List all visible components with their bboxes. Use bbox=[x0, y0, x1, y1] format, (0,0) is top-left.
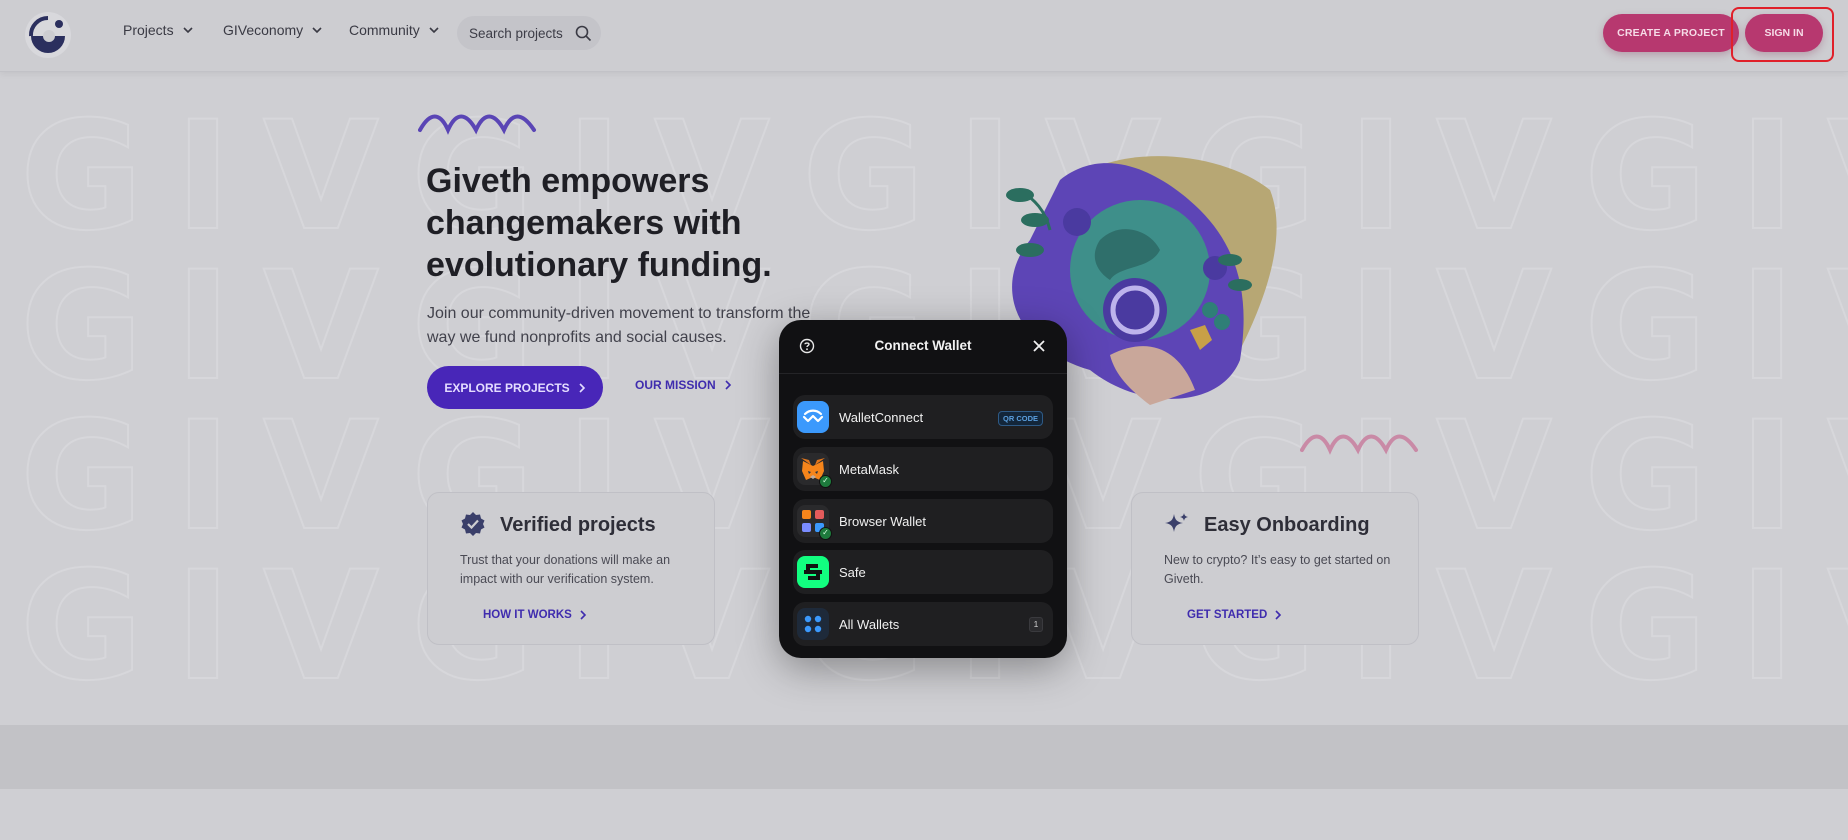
chevron-down-icon bbox=[312, 27, 322, 34]
nav-projects[interactable]: Projects bbox=[123, 22, 194, 38]
wallet-label: MetaMask bbox=[839, 461, 899, 477]
search-input[interactable] bbox=[469, 25, 567, 41]
modal-title: Connect Wallet bbox=[874, 338, 972, 353]
wallet-label: All Wallets bbox=[839, 616, 900, 632]
nav-community-label: Community bbox=[349, 22, 420, 38]
browser-wallet-icon: ✓ bbox=[797, 505, 832, 540]
create-project-button[interactable]: CREATE A PROJECT bbox=[1603, 14, 1739, 52]
wallet-label: WalletConnect bbox=[839, 409, 924, 425]
get-started-label: GET STARTED bbox=[1187, 609, 1268, 621]
card-text: New to crypto? It’s easy to get started … bbox=[1164, 553, 1391, 586]
connect-wallet-modal: Connect Wallet WalletConnect QR CODE ✓ M… bbox=[779, 320, 1067, 658]
walletconnect-icon bbox=[797, 401, 829, 433]
top-navbar: Projects GIVeconomy Community CREATE A P… bbox=[0, 0, 1848, 72]
chevron-right-icon bbox=[580, 610, 586, 620]
search-box[interactable] bbox=[457, 16, 601, 50]
verified-badge-icon bbox=[461, 512, 485, 536]
card-title: Verified projects bbox=[500, 514, 656, 536]
card-title: Easy Onboarding bbox=[1204, 514, 1370, 536]
close-icon[interactable] bbox=[1032, 339, 1046, 353]
wallet-option-browser-wallet[interactable]: ✓ Browser Wallet bbox=[793, 499, 1053, 543]
our-mission-link[interactable]: OUR MISSION bbox=[635, 378, 732, 392]
wallet-option-all-wallets[interactable]: All Wallets 1 bbox=[793, 602, 1053, 646]
all-wallets-icon bbox=[797, 608, 829, 640]
nav-giveconomy[interactable]: GIVeconomy bbox=[223, 22, 323, 38]
explore-projects-button[interactable]: EXPLORE PROJECTS bbox=[427, 366, 603, 409]
chevron-down-icon bbox=[183, 27, 193, 34]
chevron-right-icon bbox=[579, 382, 585, 393]
safe-icon bbox=[797, 556, 829, 588]
wallet-option-metamask[interactable]: ✓ MetaMask bbox=[793, 447, 1053, 491]
hero-subtitle: Join our community-driven movement to tr… bbox=[427, 305, 811, 346]
explore-projects-label: EXPLORE PROJECTS bbox=[444, 380, 570, 395]
footer-band bbox=[0, 725, 1848, 789]
get-started-link[interactable]: GET STARTED bbox=[1187, 609, 1282, 621]
verified-projects-card: Verified projects Trust that your donati… bbox=[427, 492, 715, 645]
wallet-option-safe[interactable]: Safe bbox=[793, 550, 1053, 594]
how-it-works-label: HOW IT WORKS bbox=[483, 609, 572, 621]
nav-community[interactable]: Community bbox=[349, 22, 440, 38]
purple-squiggle-decoration bbox=[418, 114, 536, 135]
card-text: Trust that your donations will make an i… bbox=[460, 553, 671, 586]
wallet-label: Browser Wallet bbox=[839, 513, 926, 529]
giveth-logo[interactable] bbox=[25, 12, 71, 58]
search-icon[interactable] bbox=[575, 25, 592, 42]
installed-check-icon: ✓ bbox=[819, 527, 832, 540]
our-mission-label: OUR MISSION bbox=[635, 378, 716, 392]
giveth-logo-icon bbox=[28, 15, 65, 53]
installed-check-icon: ✓ bbox=[819, 475, 832, 488]
sparkle-icon bbox=[1165, 513, 1188, 532]
pink-squiggle-decoration bbox=[1300, 434, 1418, 455]
sign-in-highlight bbox=[1731, 7, 1834, 62]
easy-onboarding-card: Easy Onboarding New to crypto? It’s easy… bbox=[1131, 492, 1419, 645]
chevron-right-icon bbox=[725, 380, 731, 390]
chevron-right-icon bbox=[1275, 610, 1282, 620]
hero-title: Giveth empowers changemakers with evolut… bbox=[426, 162, 772, 284]
modal-header: Connect Wallet bbox=[779, 320, 1067, 374]
chevron-down-icon bbox=[429, 27, 439, 34]
nav-giveconomy-label: GIVeconomy bbox=[223, 22, 304, 38]
how-it-works-link[interactable]: HOW IT WORKS bbox=[483, 609, 587, 621]
wallet-count-badge: 1 bbox=[1029, 617, 1043, 632]
metamask-icon: ✓ bbox=[797, 453, 832, 488]
wallet-option-walletconnect[interactable]: WalletConnect QR CODE bbox=[793, 395, 1053, 439]
nav-projects-label: Projects bbox=[123, 22, 174, 38]
wallet-label: Safe bbox=[839, 564, 866, 580]
qr-code-badge: QR CODE bbox=[997, 411, 1043, 426]
